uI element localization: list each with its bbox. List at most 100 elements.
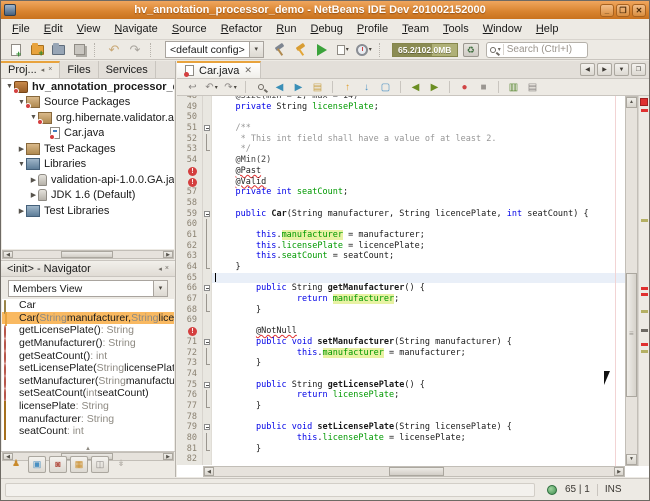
filter-extra-icon[interactable]: ↡ <box>112 456 130 473</box>
filter-static-icon[interactable]: ▦ <box>70 456 88 473</box>
find-next-icon[interactable]: ▶ <box>291 80 306 94</box>
code-line-59[interactable]: 59 public Car(String manufacturer, Strin… <box>177 209 625 220</box>
tree-node-source-packages[interactable]: ▼Source Packages <box>2 95 174 111</box>
code-line-50[interactable]: 50 <box>177 112 625 123</box>
fold-column[interactable] <box>203 134 212 145</box>
panel-tab-files[interactable]: Files <box>60 61 98 78</box>
tree-node-jdk-1-6-default-[interactable]: ▶JDK 1.6 (Default) <box>2 188 174 204</box>
record-macro-icon[interactable]: ● <box>457 80 472 94</box>
fold-column[interactable] <box>203 305 212 316</box>
tab-car-java[interactable]: Car.java ✕ <box>177 61 261 78</box>
fold-collapse-icon[interactable] <box>204 211 210 217</box>
menu-source[interactable]: Source <box>165 20 214 38</box>
fold-collapse-icon[interactable] <box>204 339 210 345</box>
menu-navigate[interactable]: Navigate <box>107 20 164 38</box>
fold-column[interactable] <box>203 241 212 252</box>
chevron-down-icon[interactable]: ▾ <box>346 46 349 53</box>
caret-stripe-mark[interactable] <box>641 329 648 332</box>
tree-node-car-java[interactable]: Car.java <box>2 126 174 142</box>
panel-tab-proj[interactable]: Proj...◂× <box>1 61 60 78</box>
fold-column[interactable] <box>203 433 212 444</box>
fold-column[interactable] <box>203 380 212 391</box>
menu-view[interactable]: View <box>70 20 108 38</box>
scrollbar-thumb[interactable] <box>389 467 444 476</box>
chevron-down-icon[interactable]: ▾ <box>153 281 167 296</box>
shift-right-icon[interactable]: ▶ <box>427 80 442 94</box>
last-edit-icon[interactable]: ↩ <box>185 80 200 94</box>
tree-node-test-packages[interactable]: ▶Test Packages <box>2 141 174 157</box>
fold-column[interactable] <box>203 251 212 262</box>
code-line-65[interactable]: 65 <box>177 273 625 284</box>
comment-icon[interactable]: ▥ <box>506 80 521 94</box>
navigator-item[interactable]: Car(String manufacturer, String licenc <box>2 312 174 325</box>
minimize-panel-icon[interactable]: ◂ <box>158 265 162 273</box>
tree-expander-icon[interactable]: ▶ <box>17 207 26 215</box>
red-stripe-mark[interactable] <box>641 109 648 112</box>
fold-collapse-icon[interactable] <box>204 382 210 388</box>
code-line-53[interactable]: 53 */ <box>177 144 625 155</box>
navigator-item[interactable]: seatCount : int <box>2 425 174 438</box>
tree-expander-icon[interactable]: ▶ <box>29 176 38 184</box>
filter-fields-icon[interactable]: ◙ <box>49 456 67 473</box>
fold-column[interactable] <box>203 390 212 401</box>
fold-collapse-icon[interactable] <box>204 125 210 131</box>
memory-indicator[interactable]: 65.2/102.0MB <box>392 43 458 57</box>
fold-collapse-icon[interactable] <box>204 285 210 291</box>
scroll-left-icon[interactable]: ◀ <box>204 467 214 476</box>
navigator-item[interactable]: manufacturer : String <box>2 412 174 425</box>
code-line-73[interactable]: 73 } <box>177 358 625 369</box>
chevron-down-icon[interactable]: ▾ <box>369 46 372 53</box>
close-panel-icon[interactable]: × <box>165 265 169 272</box>
code-line-61[interactable]: 61 this.manufacturer = manufacturer; <box>177 230 625 241</box>
tree-expander-icon[interactable]: ▶ <box>29 191 38 199</box>
previous-bookmark-icon[interactable]: ↑ <box>340 80 355 94</box>
menu-profile[interactable]: Profile <box>350 20 395 38</box>
maximize-editor-button[interactable]: ❐ <box>631 63 646 76</box>
menu-refactor[interactable]: Refactor <box>214 20 270 38</box>
tab-list-button[interactable]: ▼ <box>614 63 629 76</box>
stop-macro-icon[interactable]: ■ <box>476 80 491 94</box>
close-icon[interactable]: ✕ <box>244 65 252 76</box>
scroll-down-icon[interactable]: ▼ <box>626 454 637 465</box>
code-line-79[interactable]: 79 public void setLicensePlate(String li… <box>177 422 625 433</box>
chevron-down-icon[interactable]: ▾ <box>215 84 218 91</box>
profile-button[interactable]: ▾ <box>355 42 373 58</box>
code-line-75[interactable]: 75 public String getLicensePlate() { <box>177 380 625 391</box>
code-line-78[interactable]: 78 <box>177 412 625 423</box>
code-line-81[interactable]: 81 } <box>177 444 625 455</box>
olive-stripe-mark[interactable] <box>641 219 648 222</box>
fold-column[interactable] <box>203 219 212 230</box>
code-line-54[interactable]: 54 @Min(2) <box>177 155 625 166</box>
code-line-72[interactable]: 72 this.manufacturer = manufacturer; <box>177 348 625 359</box>
navigator-view-combobox[interactable]: Members View ▾ <box>8 280 168 297</box>
fold-column[interactable] <box>203 294 212 305</box>
code-line-49[interactable]: 49 private String licensePlate; <box>177 102 625 113</box>
menu-edit[interactable]: Edit <box>37 20 70 38</box>
titlebar[interactable]: hv_annotation_processor_demo - NetBeans … <box>1 1 649 19</box>
find-icon[interactable] <box>253 80 268 94</box>
red-stripe-mark[interactable] <box>641 343 648 346</box>
scrollbar-thumb[interactable] <box>626 273 637 397</box>
tree-node-libraries[interactable]: ▼Libraries <box>2 157 174 173</box>
menu-tools[interactable]: Tools <box>436 20 476 38</box>
undo-button[interactable]: ↶ <box>105 42 123 58</box>
forward-icon[interactable]: ↷▾ <box>223 80 238 94</box>
code-line-68[interactable]: 68 } <box>177 305 625 316</box>
fold-column[interactable] <box>203 283 212 294</box>
uncomment-icon[interactable]: ▤ <box>525 80 540 94</box>
menu-help[interactable]: Help <box>529 20 566 38</box>
code-line-67[interactable]: 67 return manufacturer; <box>177 294 625 305</box>
fold-column[interactable] <box>203 337 212 348</box>
next-bookmark-icon[interactable]: ↓ <box>359 80 374 94</box>
filter-public-icon[interactable]: ◫ <box>91 456 109 473</box>
navigator-item[interactable]: Car <box>2 299 174 312</box>
code-line-66[interactable]: 66 public String getManufacturer() { <box>177 283 625 294</box>
scroll-right-icon[interactable]: ▶ <box>614 467 624 476</box>
maximize-button[interactable]: ❐ <box>616 4 630 17</box>
clean-build-button[interactable] <box>292 42 310 58</box>
code-line-76[interactable]: 76 return licensePlate; <box>177 390 625 401</box>
navigator-item[interactable]: setManufacturer(String manufacturer <box>2 375 174 388</box>
code-line-62[interactable]: 62 this.licensePlate = licencePlate; <box>177 241 625 252</box>
code-line-60[interactable]: 60 <box>177 219 625 230</box>
menu-run[interactable]: Run <box>269 20 303 38</box>
